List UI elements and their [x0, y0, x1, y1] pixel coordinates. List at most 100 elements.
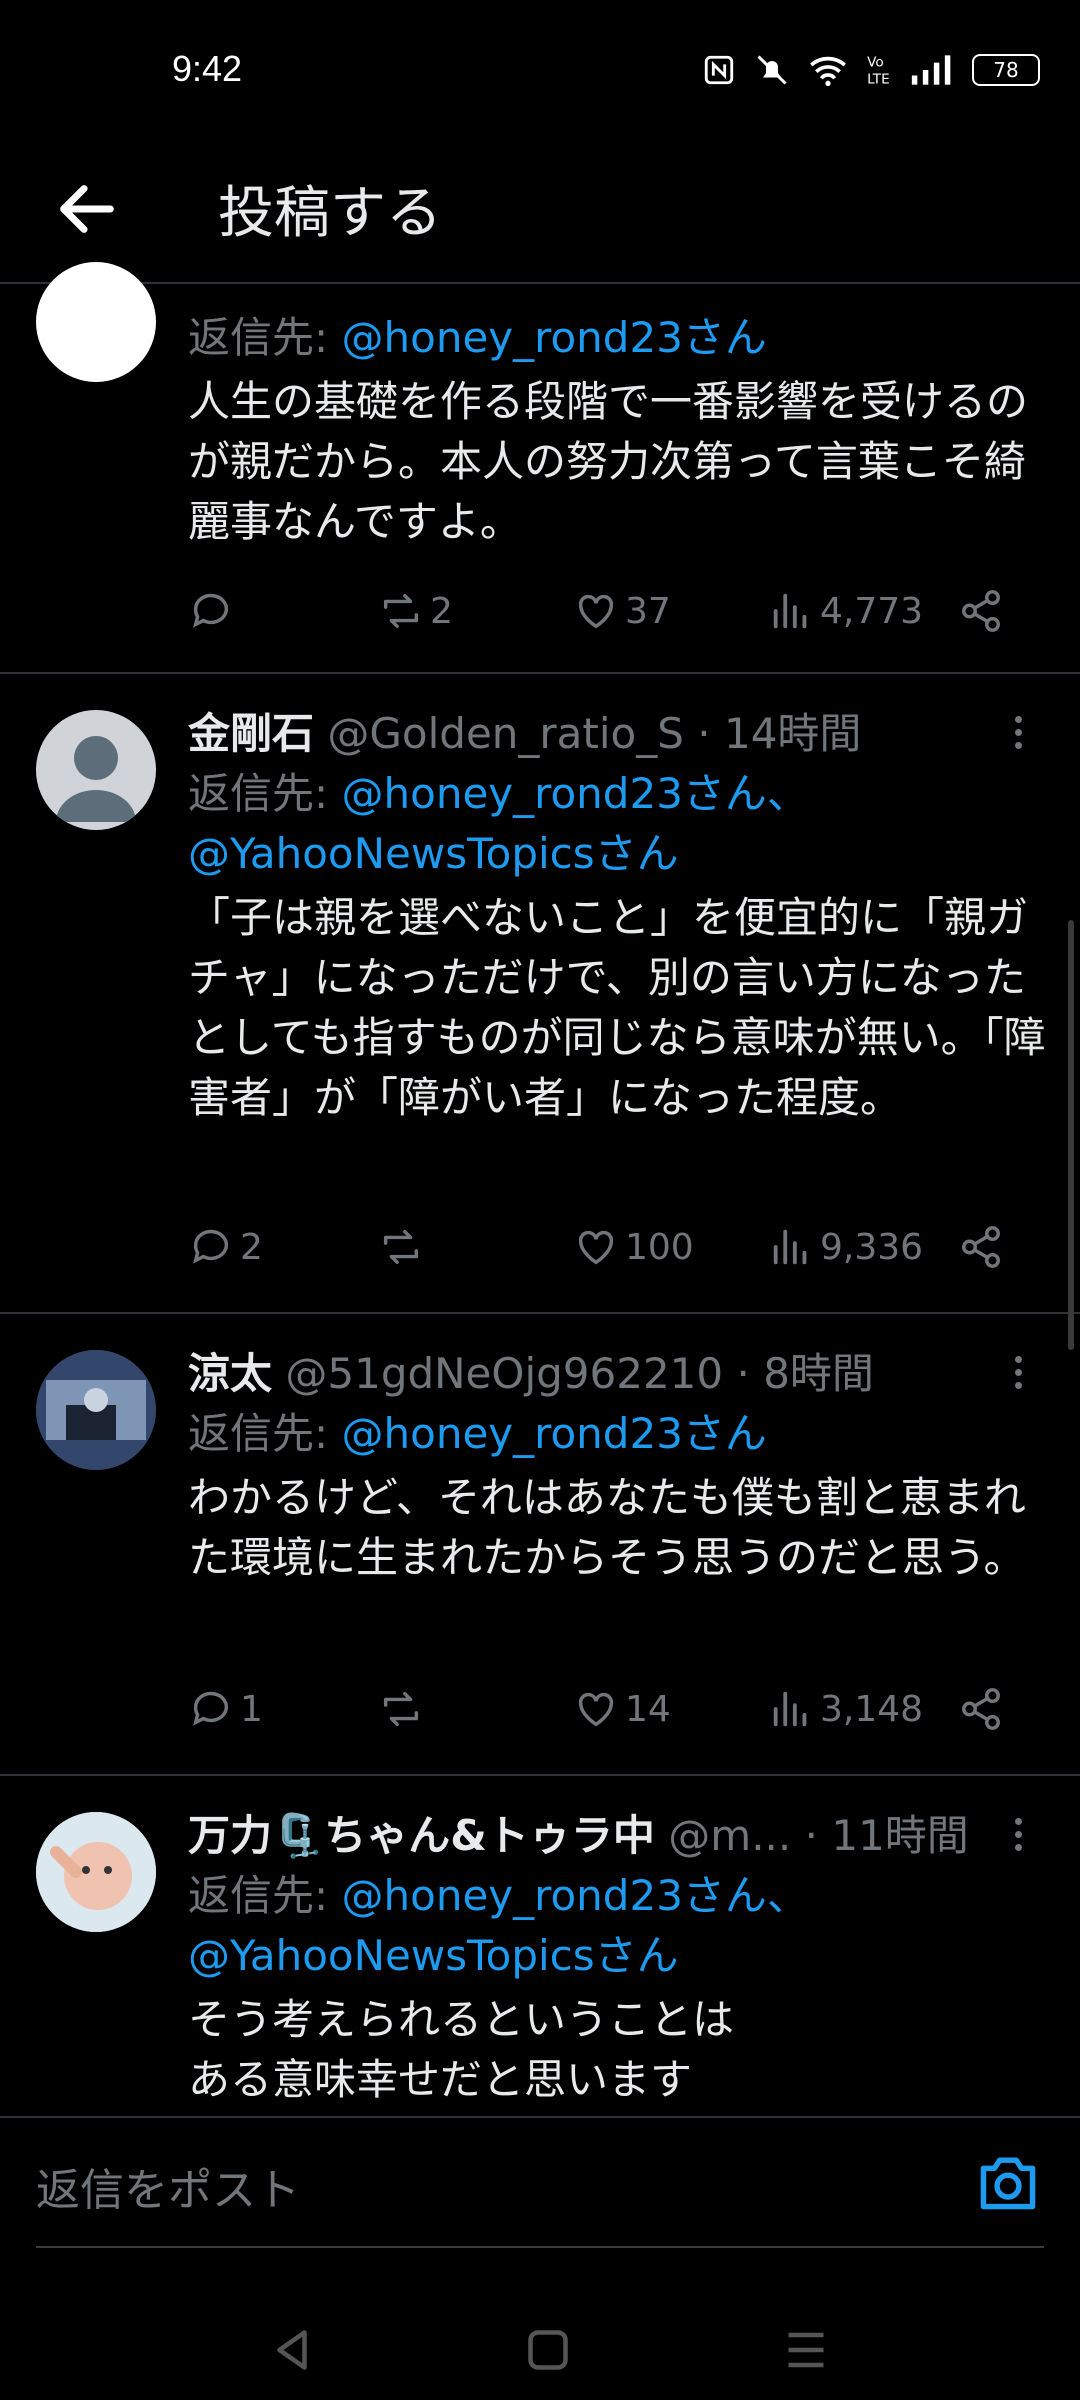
reply-to-link[interactable]: @honey_rond23さん、: [342, 1871, 809, 1920]
display-name[interactable]: 涼太: [188, 1349, 272, 1398]
like-icon: [578, 594, 614, 629]
avatar[interactable]: [36, 1350, 156, 1470]
share-button[interactable]: [958, 588, 1004, 634]
tweet-text: そう考えられるということは ある意味幸せだと思います: [188, 1990, 1050, 2110]
share-icon: [962, 1688, 1000, 1730]
retweet-icon: [383, 1691, 419, 1727]
app-bar: 投稿する: [0, 140, 1080, 280]
views-button[interactable]: 3,148: [768, 1686, 923, 1732]
share-button[interactable]: [958, 1686, 1004, 1732]
reply-to-link[interactable]: @YahooNewsTopicsさん: [188, 829, 679, 878]
tweet-header: 金剛石 @Golden_ratio_S · 14時間: [188, 704, 1050, 764]
tweet-actions: 2 100 9,336: [188, 1224, 1018, 1284]
tweet-text: 人生の基礎を作る段階で一番影響を受けるのが親だから。本人の努力次第って言葉こそ綺…: [188, 377, 1029, 546]
reply-bar: 返信をポスト: [0, 2118, 1080, 2248]
nav-back-icon[interactable]: [262, 2320, 322, 2380]
reply-input[interactable]: 返信をポスト: [36, 2154, 300, 2218]
share-button[interactable]: [958, 1224, 1004, 1270]
views-count: 4,773: [820, 590, 924, 632]
avatar[interactable]: [36, 710, 156, 830]
views-icon: [773, 1229, 807, 1265]
camera-icon[interactable]: [974, 2152, 1042, 2212]
separator-dot: ·: [804, 1811, 818, 1860]
reply-icon: [193, 593, 229, 628]
nfc-icon: [704, 55, 734, 85]
reply-to-link[interactable]: @YahooNewsTopicsさん: [188, 1931, 679, 1980]
views-icon: [773, 1691, 807, 1727]
tweet-actions: 1 14 3,148: [188, 1686, 1018, 1746]
nav-menu-icon[interactable]: [776, 2320, 836, 2380]
timestamp: 14時間: [723, 709, 862, 758]
reply-to: 返信先: @honey_rond23さん、 @YahooNewsTopicsさん: [188, 769, 809, 878]
display-name[interactable]: 万力🗜️ちゃん&トゥラ中: [188, 1811, 655, 1860]
user-handle[interactable]: @51gdNeOjg962210: [285, 1349, 723, 1398]
user-handle[interactable]: @Golden_ratio_S: [327, 709, 684, 758]
share-icon: [962, 590, 1000, 632]
reply-count: 1: [240, 1688, 263, 1730]
separator-dot: ·: [697, 709, 711, 758]
tweet-text: わかるけど、それはあなたも僕も割と恵まれた環境に生まれたからそう思うのだと思う。: [188, 1473, 1026, 1582]
timestamp: 11時間: [831, 1811, 969, 1860]
nav-home-icon[interactable]: [518, 2320, 578, 2380]
more-icon[interactable]: [1008, 1350, 1028, 1410]
tweet-header: 涼太 @51gdNeOjg962210 · 8時間: [188, 1344, 1050, 1404]
reply-icon: [193, 1691, 229, 1726]
wifi-icon: [810, 56, 846, 86]
reply-to: 返信先: @honey_rond23さん、 @YahooNewsTopicsさん: [188, 1871, 809, 1980]
avatar[interactable]: [36, 1812, 156, 1932]
reply-button[interactable]: [188, 588, 240, 634]
tweet[interactable]: 万力🗜️ちゃん&トゥラ中 @m... · 11時間 返信先: @honey_ro…: [0, 1776, 1080, 2116]
page-title: 投稿する: [218, 181, 442, 246]
signal-icon: [911, 55, 951, 85]
tweet-header: 万力🗜️ちゃん&トゥラ中 @m... · 11時間: [188, 1806, 1050, 1866]
status-bar: 9:42 Vo LTE 78: [0, 0, 1080, 140]
reply-input-underline: [36, 2246, 1044, 2248]
like-count: 100: [625, 1226, 694, 1268]
volte-icon: VoLTE: [867, 55, 890, 87]
scrollbar[interactable]: [1068, 920, 1074, 1350]
views-button[interactable]: 4,773: [768, 588, 923, 634]
reply-button[interactable]: 1: [188, 1686, 263, 1732]
like-button[interactable]: 14: [573, 1686, 671, 1732]
retweet-button[interactable]: 2: [378, 588, 453, 634]
views-button[interactable]: 9,336: [768, 1224, 923, 1270]
reply-to: 返信先: @honey_rond23さん: [188, 313, 767, 362]
reply-to-link[interactable]: @honey_rond23さん、: [342, 769, 809, 818]
like-icon: [578, 1230, 614, 1265]
tweet[interactable]: 涼太 @51gdNeOjg962210 · 8時間 返信先: @honey_ro…: [0, 1314, 1080, 1774]
more-icon[interactable]: [1008, 1812, 1028, 1872]
tweet-text: 「子は親を選べないこと」を便宜的に「親ガチャ」になっただけで、別の言い方になった…: [188, 893, 1046, 1122]
mute-icon: [757, 55, 787, 85]
svg-text:Vo: Vo: [867, 55, 884, 71]
reply-icon: [193, 1229, 229, 1264]
separator-dot: ·: [736, 1349, 750, 1398]
retweet-button[interactable]: [378, 1224, 430, 1270]
retweet-icon: [383, 1229, 419, 1265]
timestamp: 8時間: [763, 1349, 874, 1398]
display-name[interactable]: 金剛石: [188, 709, 314, 758]
retweet-icon: [383, 593, 419, 629]
like-button[interactable]: 100: [573, 1224, 694, 1270]
reply-button[interactable]: 2: [188, 1224, 263, 1270]
views-icon: [773, 593, 807, 629]
clock: 9:42: [172, 48, 243, 89]
user-avatar-image: [36, 1350, 156, 1470]
like-button[interactable]: 37: [573, 588, 671, 634]
user-handle[interactable]: @m...: [668, 1811, 791, 1860]
reply-to-link[interactable]: @honey_rond23さん: [342, 1409, 767, 1458]
tweet[interactable]: 返信先: @honey_rond23さん 人生の基礎を作る段階で一番影響を受ける…: [0, 262, 1080, 670]
share-icon: [962, 1226, 1000, 1268]
retweet-count: 2: [430, 590, 453, 632]
default-avatar-icon: [56, 736, 136, 822]
retweet-button[interactable]: [378, 1686, 430, 1732]
back-arrow-icon[interactable]: [52, 174, 122, 244]
views-count: 3,148: [820, 1688, 924, 1730]
avatar[interactable]: [36, 262, 156, 382]
views-count: 9,336: [820, 1226, 924, 1268]
system-nav-bar: [0, 2300, 1080, 2400]
more-icon[interactable]: [1008, 710, 1028, 770]
status-icons: Vo LTE 78: [702, 52, 1040, 88]
reply-to-link[interactable]: @honey_rond23さん: [342, 313, 767, 362]
tweet[interactable]: 金剛石 @Golden_ratio_S · 14時間 返信先: @honey_r…: [0, 674, 1080, 1312]
like-icon: [578, 1692, 614, 1727]
